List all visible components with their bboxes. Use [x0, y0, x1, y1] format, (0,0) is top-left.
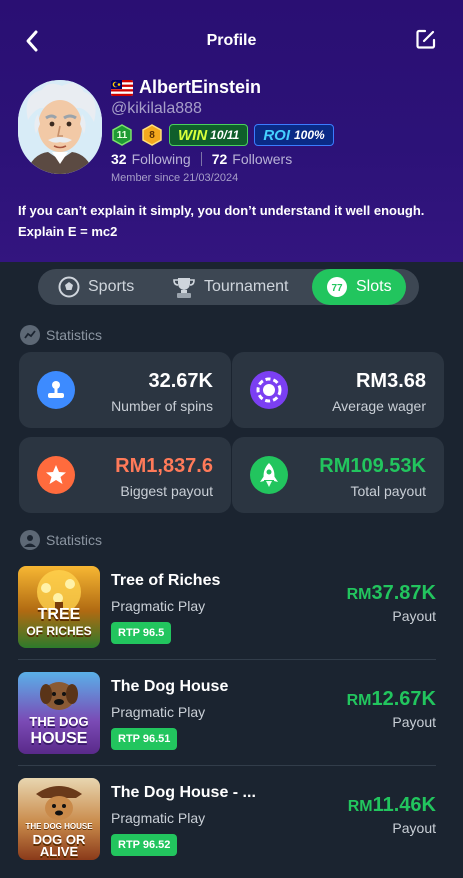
bio: If you can’t explain it simply, you don’…: [18, 200, 448, 242]
payout-label: Payout: [392, 608, 436, 624]
tab-tournament[interactable]: Tournament: [172, 269, 289, 305]
game-name: The Dog House - ...: [111, 784, 256, 801]
stat-card-total-payout: RM109.53K Total payout: [232, 437, 444, 513]
rank-badge: 8: [141, 124, 163, 146]
soccer-ball-icon: [58, 276, 80, 298]
bio-line: If you can’t explain it simply, you don’…: [18, 203, 425, 218]
divider: [200, 152, 202, 166]
stat-card-average-wager: RM3.68 Average wager: [232, 352, 444, 428]
win-value: 10/11: [210, 128, 240, 142]
win-badge: WIN 10/11: [169, 124, 249, 146]
star-badge-icon: [37, 456, 75, 494]
stat-card-biggest-payout: RM1,837.6 Biggest payout: [19, 437, 231, 513]
stat-label: Average wager: [332, 398, 426, 414]
member-since: Member since 21/03/2024: [111, 172, 239, 184]
statistics-heading: Statistics: [20, 325, 102, 345]
game-payout: RM37.87K: [346, 582, 436, 604]
payout-label: Payout: [392, 820, 436, 836]
tab-sports[interactable]: Sports: [58, 269, 134, 305]
roi-badge: ROI 100%: [254, 124, 334, 146]
roi-label: ROI: [263, 126, 290, 144]
level-badge: 11: [111, 124, 133, 146]
game-payout: RM11.46K: [347, 794, 436, 816]
user-handle: @kikilala888: [111, 100, 202, 117]
divider: [18, 659, 436, 660]
svg-text:77: 77: [331, 283, 343, 294]
rtp-badge: RTP 96.51: [111, 728, 178, 750]
user-icon: [20, 530, 40, 550]
stat-value: RM1,837.6: [115, 455, 213, 477]
stat-value: 32.67K: [148, 370, 214, 392]
stat-label: Biggest payout: [120, 483, 213, 499]
game-thumbnail: TREE OF RICHES: [18, 566, 100, 648]
game-payout: RM12.67K: [346, 688, 436, 710]
game-name: The Dog House: [111, 678, 229, 695]
stat-label: Total payout: [350, 483, 427, 499]
category-tabs: Sports Tournament 77 Slots: [38, 269, 419, 305]
stat-value: RM3.68: [355, 370, 426, 392]
game-provider: Pragmatic Play: [111, 810, 206, 826]
username: AlbertEinstein: [139, 77, 262, 97]
game-provider: Pragmatic Play: [111, 704, 206, 720]
game-row[interactable]: THE DOG HOUSE DOG OR ALIVE The Dog House…: [18, 778, 436, 878]
followers-link[interactable]: 72 Followers: [212, 151, 292, 167]
game-provider: Pragmatic Play: [111, 598, 206, 614]
chip-icon: [250, 371, 288, 409]
trophy-icon: [172, 275, 196, 299]
name-row: AlbertEinstein: [111, 77, 261, 98]
rtp-badge: RTP 96.5: [111, 622, 172, 644]
win-label: WIN: [178, 126, 208, 144]
game-row[interactable]: THE DOG HOUSE The Dog House Pragmatic Pl…: [18, 672, 436, 778]
rtp-badge: RTP 96.52: [111, 834, 178, 856]
rocket-icon: [250, 456, 288, 494]
profile-header: Profile AlbertEinstein @kikilala888 11 8…: [0, 0, 463, 262]
stat-value: RM109.53K: [319, 455, 426, 477]
edit-icon: [416, 29, 436, 49]
top-bar: Profile: [0, 22, 463, 62]
malaysia-flag-icon: [111, 79, 133, 96]
edit-profile-button[interactable]: [415, 28, 439, 52]
avatar[interactable]: [18, 80, 102, 174]
payout-label: Payout: [392, 714, 436, 730]
games-heading: Statistics: [20, 530, 102, 550]
einstein-portrait: [18, 80, 102, 174]
stat-label: Number of spins: [111, 398, 213, 414]
bio-line: Explain E = mc2: [18, 224, 118, 239]
following-link[interactable]: 32 Following: [111, 151, 191, 167]
game-name: Tree of Riches: [111, 572, 221, 589]
chart-icon: [20, 325, 40, 345]
slot-777-icon: 77: [326, 276, 348, 298]
stat-card-spins: 32.67K Number of spins: [19, 352, 231, 428]
badges-row: 11 8 WIN 10/11 ROI 100%: [111, 124, 334, 146]
divider: [18, 765, 436, 766]
page-title: Profile: [206, 32, 257, 49]
game-thumbnail: THE DOG HOUSE DOG OR ALIVE: [18, 778, 100, 860]
tab-slots[interactable]: 77 Slots: [312, 269, 406, 305]
follow-stats: 32 Following 72 Followers: [111, 151, 292, 167]
roi-value: 100%: [293, 128, 325, 142]
joystick-icon: [37, 371, 75, 409]
game-thumbnail: THE DOG HOUSE: [18, 672, 100, 754]
game-row[interactable]: TREE OF RICHES Tree of Riches Pragmatic …: [18, 566, 436, 672]
